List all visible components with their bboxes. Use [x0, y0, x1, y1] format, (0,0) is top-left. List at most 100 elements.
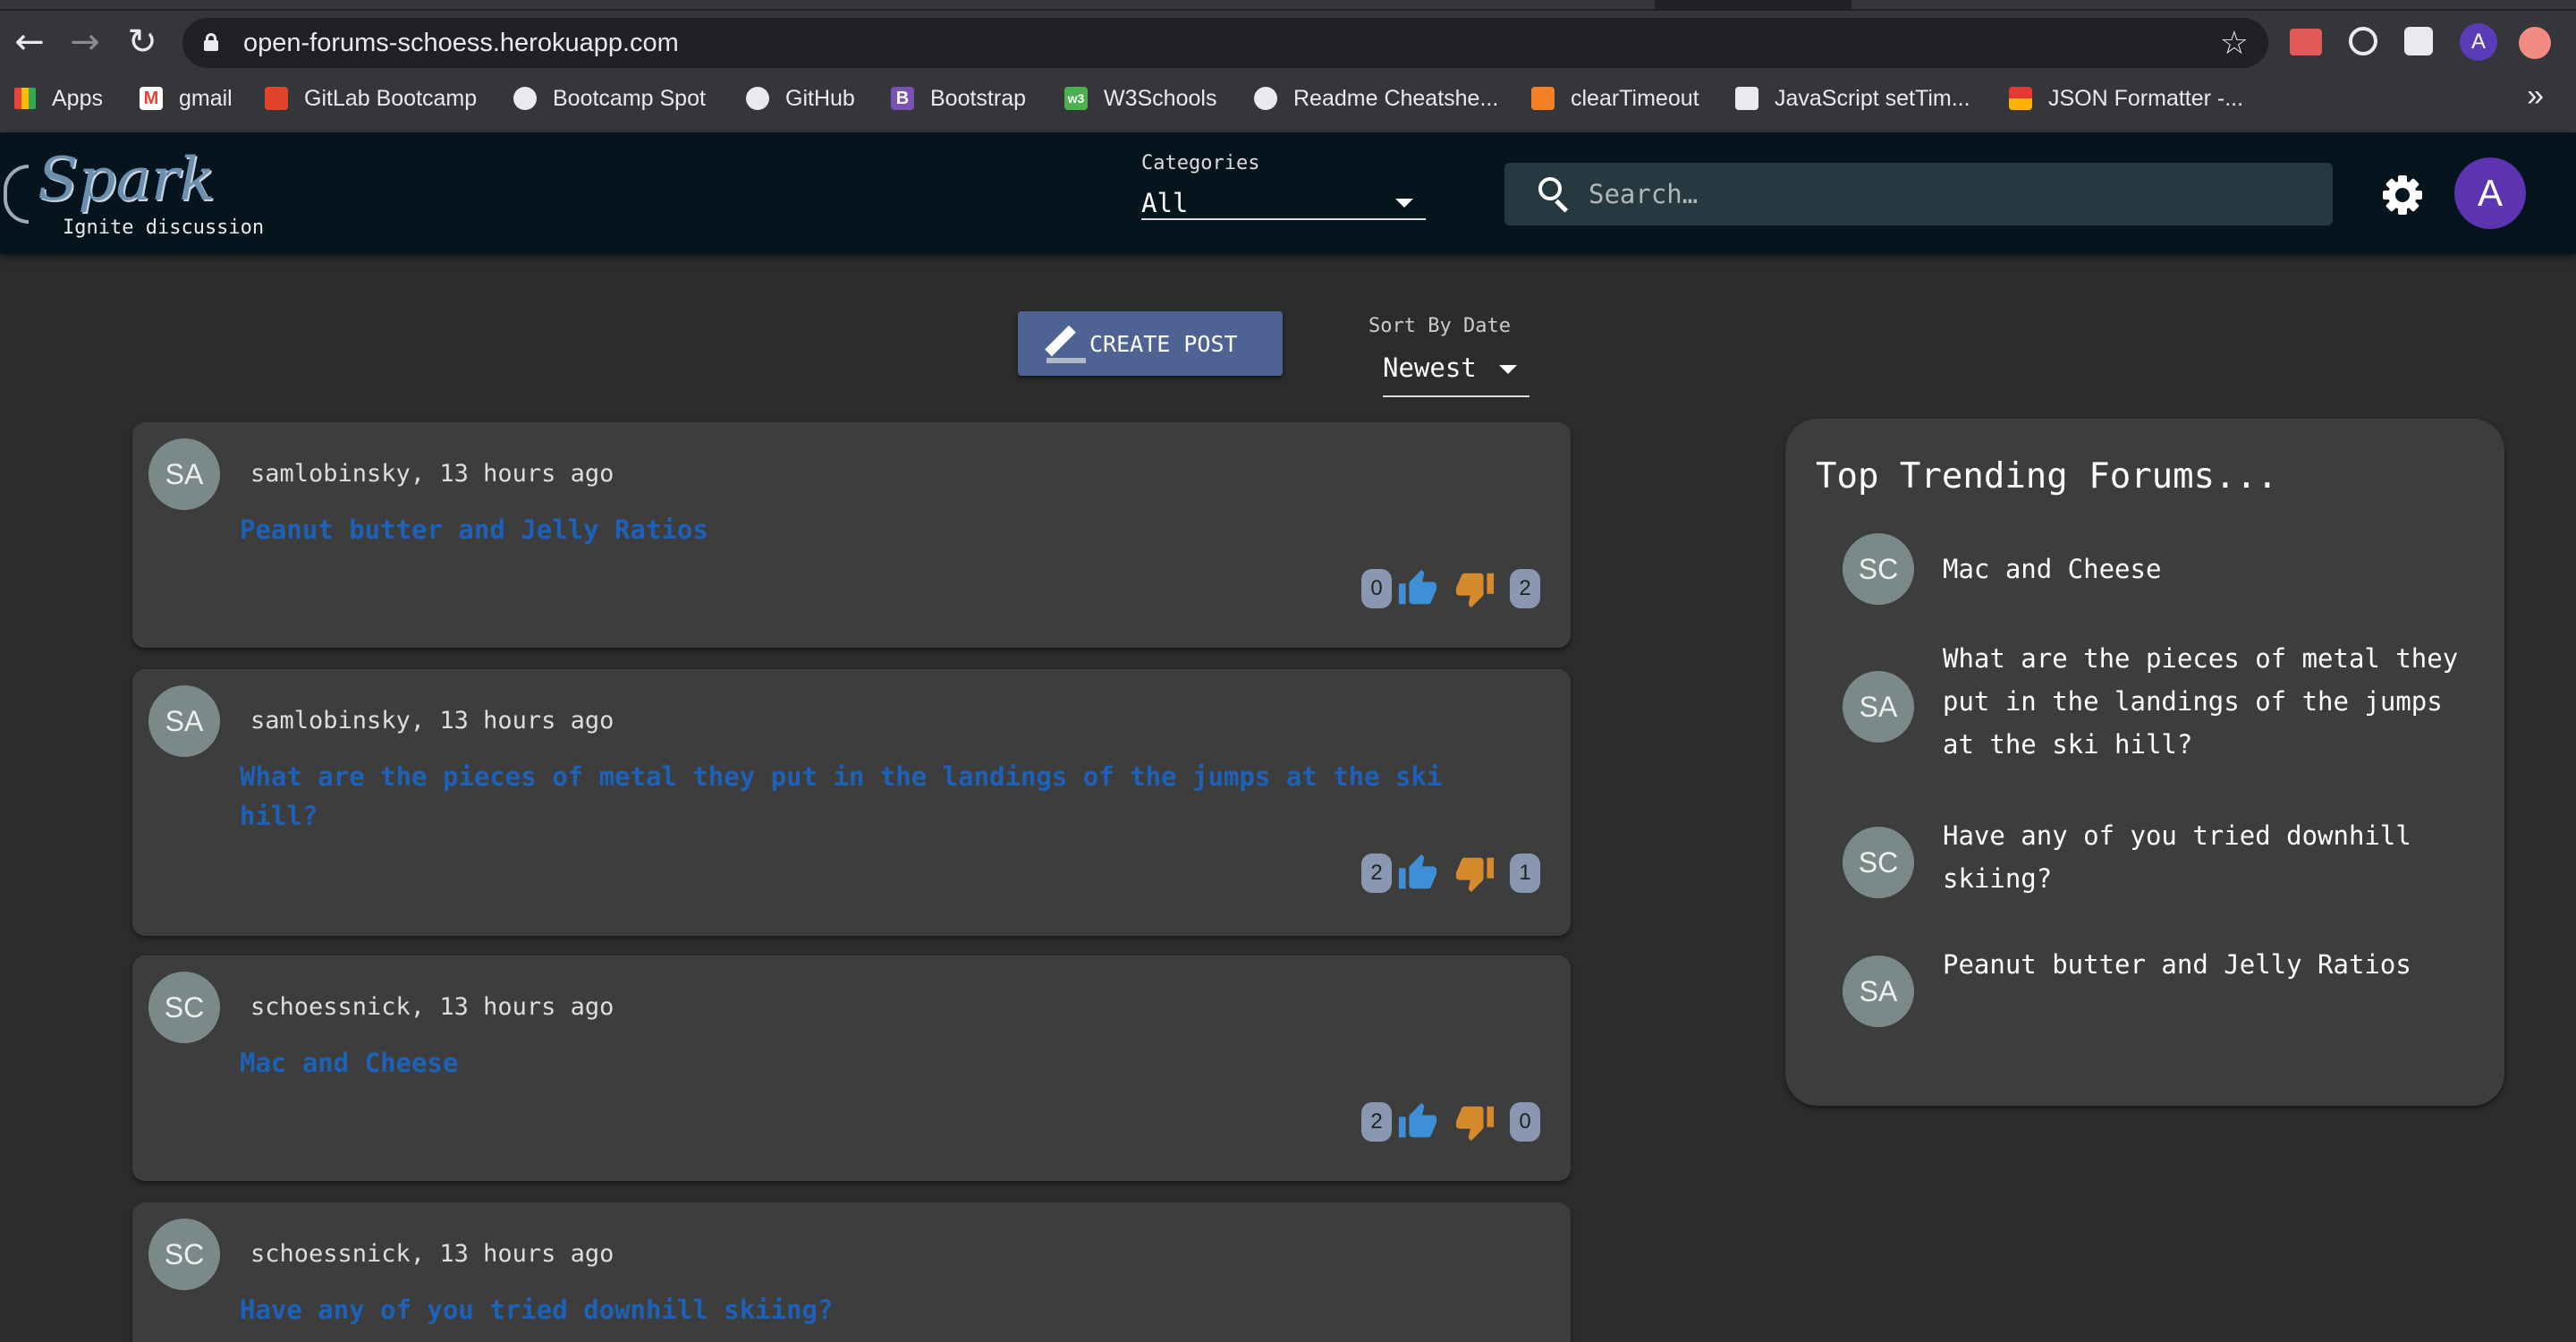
search-icon: [1538, 177, 1574, 213]
upvote-count: 2: [1361, 854, 1392, 893]
bookmarks-bar: Apps M gmail GitLab Bootcamp Bootcamp Sp…: [0, 77, 2576, 118]
bookmark-json-formatter[interactable]: JSON Formatter -...: [2009, 82, 2243, 115]
post-card: SA samlobinsky, 13 hours ago What are th…: [132, 669, 1571, 936]
downvote-count: 1: [1510, 854, 1540, 893]
vote-controls: 2 0: [1361, 1099, 1540, 1145]
bookmark-cleartimeout[interactable]: clearTimeout: [1531, 82, 1699, 115]
address-bar[interactable]: open-forums-schoess.herokuapp.com ☆: [182, 18, 2268, 68]
gitlab-icon: [265, 87, 288, 110]
extensions-puzzle-icon[interactable]: [2404, 27, 2433, 55]
update-icon[interactable]: [2519, 27, 2551, 59]
post-meta: schoessnick, 13 hours ago: [250, 993, 614, 1021]
sort-select[interactable]: Newest: [1383, 344, 1530, 397]
thumbs-up-icon[interactable]: [1397, 567, 1438, 610]
logo-tagline: Ignite discussion: [63, 217, 265, 239]
bookmark-star-icon[interactable]: ☆: [2220, 25, 2249, 62]
bookmark-label: Bootcamp Spot: [553, 85, 706, 111]
bookmark-label: gmail: [179, 85, 233, 111]
categories-select[interactable]: All: [1141, 177, 1426, 220]
trending-item-title[interactable]: Mac and Cheese: [1943, 548, 2462, 590]
trending-item[interactable]: SC Have any of you tried downhill skiing…: [1843, 820, 2469, 900]
github-icon: [1254, 87, 1277, 110]
thumbs-down-icon[interactable]: [1454, 1100, 1496, 1143]
bookmarks-more-chevron-icon[interactable]: »: [2527, 79, 2544, 114]
trending-item-title[interactable]: Have any of you tried downhill skiing?: [1943, 814, 2462, 900]
w3schools-icon: w3: [1064, 87, 1088, 110]
bookmark-apps[interactable]: Apps: [14, 82, 103, 115]
sort-label: Sort By Date: [1368, 315, 1511, 337]
trending-item[interactable]: SA Peanut butter and Jelly Ratios: [1843, 948, 2469, 1029]
bookmark-label: W3Schools: [1104, 85, 1217, 111]
post-title-link[interactable]: Peanut butter and Jelly Ratios: [240, 510, 1528, 549]
caret-down-icon: [1499, 365, 1517, 374]
thumbs-up-icon[interactable]: [1397, 852, 1438, 895]
bookmark-gitlab[interactable]: GitLab Bootcamp: [265, 82, 477, 115]
post-meta: samlobinsky, 13 hours ago: [250, 460, 614, 488]
bookmark-label: clearTimeout: [1571, 85, 1699, 111]
browser-chrome: ← → ↻ open-forums-schoess.herokuapp.com …: [0, 0, 2576, 132]
spark-drop-icon: [4, 165, 29, 224]
logo-text: Spark: [38, 145, 216, 214]
user-avatar[interactable]: A: [2454, 157, 2526, 229]
post-card: SA samlobinsky, 13 hours ago Peanut butt…: [132, 422, 1571, 648]
extension-circle-icon[interactable]: [2349, 27, 2377, 55]
trending-item[interactable]: SC Mac and Cheese: [1843, 533, 2469, 605]
post-card: SC schoessnick, 13 hours ago Mac and Che…: [132, 956, 1571, 1181]
create-post-button[interactable]: CREATE POST: [1018, 311, 1283, 376]
downvote-count: 0: [1510, 1102, 1540, 1142]
post-author-avatar: SA: [148, 438, 220, 510]
post-meta: schoessnick, 13 hours ago: [250, 1240, 614, 1268]
bookmark-readme[interactable]: Readme Cheatshe...: [1254, 82, 1498, 115]
bookmark-javascript-settimeout[interactable]: JavaScript setTim...: [1735, 82, 1970, 115]
post-author-avatar: SA: [148, 685, 220, 757]
categories-label: Categories: [1141, 152, 1260, 174]
reload-icon[interactable]: ↻: [120, 20, 165, 64]
tab-strip: [0, 0, 2576, 11]
gmail-icon: M: [140, 87, 163, 110]
thumbs-down-icon[interactable]: [1454, 852, 1496, 895]
apps-grid-icon: [14, 88, 36, 109]
thumbs-down-icon[interactable]: [1454, 567, 1496, 610]
upvote-count: 2: [1361, 1102, 1392, 1142]
bookmark-bootcamp-spot[interactable]: Bootcamp Spot: [513, 82, 706, 115]
post-title-link[interactable]: Have any of you tried downhill skiing?: [240, 1290, 1528, 1329]
thumbs-up-icon[interactable]: [1397, 1100, 1438, 1143]
bookmark-bootstrap[interactable]: B Bootstrap: [891, 82, 1026, 115]
pencil-icon: [1045, 322, 1086, 363]
trending-item[interactable]: SA What are the pieces of metal they put…: [1843, 641, 2469, 775]
post-title-link[interactable]: What are the pieces of metal they put in…: [240, 757, 1528, 836]
create-post-label: CREATE POST: [1089, 331, 1238, 357]
search-input[interactable]: [1589, 175, 2304, 213]
html5-icon: [1735, 87, 1758, 110]
extension-record-icon[interactable]: [2290, 29, 2322, 55]
post-title-link[interactable]: Mac and Cheese: [240, 1043, 1528, 1083]
bookmark-gmail[interactable]: M gmail: [140, 82, 233, 115]
post-card: SC schoessnick, 13 hours ago Have any of…: [132, 1202, 1571, 1342]
bookmark-github[interactable]: GitHub: [746, 82, 855, 115]
logo[interactable]: Spark Ignite discussion: [0, 145, 286, 243]
url-text[interactable]: open-forums-schoess.herokuapp.com: [243, 29, 679, 58]
back-arrow-icon[interactable]: ←: [7, 20, 52, 64]
theme-toggle-gear-icon[interactable]: [2383, 175, 2422, 215]
trending-panel: Top Trending Forums... SC Mac and Cheese…: [1785, 419, 2504, 1106]
bookmark-label: GitLab Bootcamp: [304, 85, 478, 111]
github-icon: [746, 87, 769, 110]
caret-down-icon: [1395, 199, 1413, 208]
globe-icon: [513, 87, 537, 110]
browser-profile-avatar[interactable]: A: [2460, 23, 2497, 61]
forward-arrow-icon[interactable]: →: [63, 20, 107, 64]
trending-item-avatar: SA: [1843, 671, 1914, 743]
trending-item-title[interactable]: What are the pieces of metal they put in…: [1943, 637, 2462, 766]
upvote-count: 0: [1361, 569, 1392, 608]
downvote-count: 2: [1510, 569, 1540, 608]
json-formatter-icon: [2009, 87, 2032, 110]
trending-item-title[interactable]: Peanut butter and Jelly Ratios: [1943, 943, 2462, 986]
bookmark-label: Bootstrap: [930, 85, 1027, 111]
app-header: Spark Ignite discussion Categories All A: [0, 132, 2576, 254]
bookmark-w3schools[interactable]: w3 W3Schools: [1064, 82, 1216, 115]
search-box[interactable]: [1504, 163, 2333, 225]
bookmark-label: GitHub: [785, 85, 855, 111]
stackoverflow-icon: [1531, 87, 1555, 110]
bookmark-label: JavaScript setTim...: [1775, 85, 1970, 111]
vote-controls: 0 2: [1361, 565, 1540, 612]
